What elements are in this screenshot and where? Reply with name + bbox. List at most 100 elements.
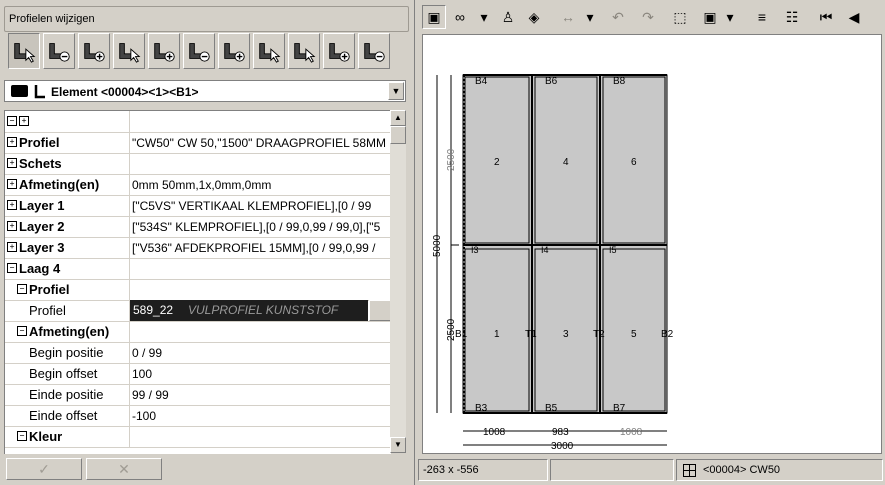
dropdown-icon[interactable]: ▾	[478, 5, 490, 29]
layers-icon[interactable]: ◈	[522, 5, 546, 29]
property-value[interactable]: -100	[132, 409, 156, 423]
drawing-canvas[interactable]: 2 1 B4 B3 4 3 B6 B5 6 5 B8 B7 B1 T1 T2 B2 I3 I4 I5 5000 2500…	[422, 34, 882, 454]
property-name-cell: + Layer 1	[5, 195, 130, 216]
glasses-icon[interactable]: ∞	[448, 5, 472, 29]
panel-number: 3	[563, 329, 569, 340]
dimension-icon[interactable]: ↔	[556, 5, 580, 29]
panel-number: 5	[631, 329, 637, 340]
profile-add-icon[interactable]	[78, 33, 110, 69]
scroll-down-button[interactable]: ▼	[390, 437, 406, 453]
property-row[interactable]: − Profiel	[5, 279, 391, 301]
color-swatch	[11, 85, 28, 97]
expand-icon[interactable]: +	[7, 221, 17, 231]
profile-add-icon[interactable]	[218, 33, 250, 69]
expand-icon[interactable]: +	[7, 179, 17, 189]
frame-icon[interactable]: ▣	[422, 5, 446, 29]
panel-label: B8	[613, 76, 626, 87]
property-value[interactable]: 99 / 99	[132, 388, 169, 402]
property-row[interactable]: + Profiel "CW50" CW 50,"1500" DRAAGPROFIEL…	[5, 132, 391, 154]
elevation-drawing: 21B4B343B6B565B8B7B1 T1 T2 B2I3 I4 I550002500…	[432, 74, 674, 452]
property-row[interactable]: + Schets	[5, 153, 391, 175]
property-row[interactable]: Begin offset 100	[5, 363, 391, 385]
status-coordinates: -263 x -556	[418, 459, 548, 481]
joint-label: T1	[525, 329, 537, 340]
first-icon[interactable]: ⏮	[814, 5, 838, 29]
property-name-cell: Einde offset	[5, 405, 130, 426]
profile-add-icon[interactable]	[323, 33, 355, 69]
property-value[interactable]: ["534S" KLEMPROFIEL],[0 / 99,0,99 / 99,0…	[132, 220, 380, 234]
property-value[interactable]: 0 / 99	[132, 346, 162, 360]
property-row[interactable]: + Layer 1 ["C5VS" VERTIKAAL KLEMPROFIEL],[…	[5, 195, 391, 217]
property-value[interactable]: ["C5VS" VERTIKAAL KLEMPROFIEL],[0 / 99	[132, 199, 371, 213]
property-row[interactable]: − Afmeting(en)	[5, 321, 391, 343]
collapse-icon[interactable]: −	[17, 284, 27, 294]
property-value[interactable]: "CW50" CW 50,"1500" DRAAGPROFIEL 58MM	[132, 136, 386, 150]
property-name-cell: + Profiel	[5, 132, 130, 153]
property-label: Schets	[19, 156, 62, 171]
collapse-icon[interactable]: −	[17, 431, 27, 441]
property-row[interactable]: Einde positie 99 / 99	[5, 384, 391, 406]
dialog-title-bar: Profielen wijzigen	[4, 6, 409, 32]
property-value-selected[interactable]: 589_22 VULPROFIEL KUNSTSTOF	[130, 300, 368, 321]
scroll-up-button[interactable]: ▲	[390, 110, 406, 126]
property-label: Afmeting(en)	[19, 177, 100, 192]
property-row[interactable]: − Kleur	[5, 426, 391, 448]
expand-icon[interactable]: +	[7, 158, 17, 168]
collapse-all-icon[interactable]: −	[7, 116, 17, 126]
property-grid: − + + Profiel "CW50" CW 50,"1500" DRAAGPROFI…	[4, 110, 391, 454]
profile-select-icon[interactable]	[113, 33, 145, 69]
element-selector[interactable]: Element <00004><1><B1> ▼	[4, 80, 406, 102]
chevron-down-icon[interactable]: ▼	[388, 82, 404, 100]
redo-icon[interactable]: ↷	[636, 5, 660, 29]
property-row[interactable]: Einde offset -100	[5, 405, 391, 427]
property-row[interactable]: + Afmeting(en) 0mm 50mm,1x,0mm,0mm	[5, 174, 391, 196]
previous-icon[interactable]: ◀	[842, 5, 866, 29]
property-value[interactable]: 0mm 50mm,1x,0mm,0mm	[132, 178, 271, 192]
property-label: Einde positie	[29, 387, 104, 402]
grid-icon	[683, 464, 696, 477]
collapse-icon[interactable]: −	[7, 263, 17, 273]
expand-all-icon[interactable]: +	[19, 116, 29, 126]
align-icon[interactable]: ≡	[750, 5, 774, 29]
panel-number: 1	[494, 329, 500, 340]
property-value[interactable]: ["V536" AFDEKPROFIEL 15MM],[0 / 99,0,99 …	[132, 241, 376, 255]
property-label: Einde offset	[29, 408, 98, 423]
undo-icon[interactable]: ↶	[606, 5, 630, 29]
cancel-button[interactable]: ✕	[86, 458, 162, 480]
property-label: Profiel	[29, 282, 70, 297]
panel-number: 2	[494, 157, 500, 168]
dropdown-icon[interactable]: ▾	[584, 5, 596, 29]
browse-button[interactable]	[369, 300, 391, 321]
property-value[interactable]: 100	[132, 367, 152, 381]
profile-icon	[34, 85, 45, 99]
expand-icon[interactable]: +	[7, 200, 17, 210]
profile-select-icon[interactable]	[288, 33, 320, 69]
property-row[interactable]: Profiel 589_22 VULPROFIEL KUNSTSTOF	[5, 300, 391, 322]
profile-remove-icon[interactable]	[43, 33, 75, 69]
zoom-fit-icon[interactable]: ▣	[698, 5, 722, 29]
person-icon[interactable]: ♙	[496, 5, 520, 29]
vertical-scrollbar[interactable]: ▲ ▼	[390, 110, 406, 453]
profile-select-icon[interactable]	[8, 33, 40, 69]
expand-icon[interactable]: +	[7, 137, 17, 147]
profile-remove-icon[interactable]	[358, 33, 390, 69]
property-row[interactable]: + Layer 2 ["534S" KLEMPROFIEL],[0 / 99,0,9…	[5, 216, 391, 238]
panel-number: 4	[563, 157, 569, 168]
property-row[interactable]: + Layer 3 ["V536" AFDEKPROFIEL 15MM],[0 / …	[5, 237, 391, 259]
dropdown-icon[interactable]: ▾	[724, 5, 736, 29]
dimension-bottom-height: 2500	[446, 318, 457, 341]
zoom-window-icon[interactable]: ⬚	[668, 5, 692, 29]
scroll-thumb[interactable]	[390, 126, 406, 144]
viewer-toolbar: ▣ ∞ ▾ ♙ ◈ ↔ ▾ ↶ ↷ ⬚ ▣ ▾ ≡ ☷ ⏮ ◀	[418, 5, 883, 31]
profile-remove-icon[interactable]	[183, 33, 215, 69]
ok-button[interactable]: ✓	[6, 458, 82, 480]
collapse-icon[interactable]: −	[17, 326, 27, 336]
profile-add-icon[interactable]	[148, 33, 180, 69]
properties-icon[interactable]: ☷	[780, 5, 804, 29]
property-label: Layer 1	[19, 198, 65, 213]
property-row[interactable]: Begin positie 0 / 99	[5, 342, 391, 364]
expand-icon[interactable]: +	[7, 242, 17, 252]
property-row[interactable]: − Laag 4	[5, 258, 391, 280]
grid-header: − +	[5, 111, 391, 133]
profile-select-icon[interactable]	[253, 33, 285, 69]
